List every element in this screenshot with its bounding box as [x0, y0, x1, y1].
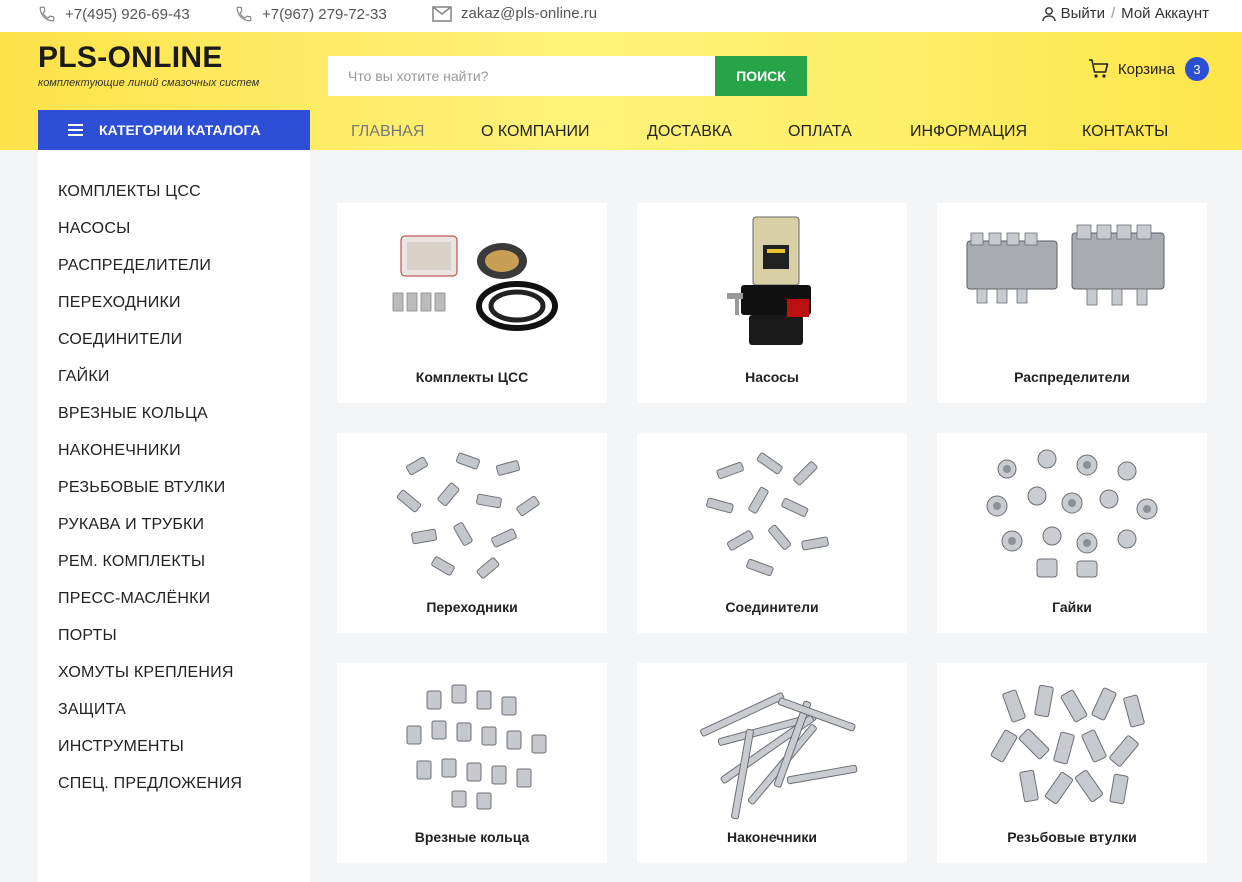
card-title: Наконечники — [727, 829, 817, 845]
phone-1[interactable]: +7(495) 926-69-43 — [38, 5, 190, 23]
sidebar-item-clamps[interactable]: ХОМУТЫ КРЕПЛЕНИЯ — [58, 664, 234, 682]
nav-delivery[interactable]: ДОСТАВКА — [647, 123, 732, 141]
category-card-distributors[interactable]: Распределители — [937, 203, 1207, 403]
phone-2-text: +7(967) 279-72-33 — [262, 5, 387, 23]
sidebar-item-bushings[interactable]: РЕЗЬБОВЫЕ ВТУЛКИ — [58, 479, 225, 497]
card-title: Соединители — [725, 599, 819, 615]
my-account-link[interactable]: Мой Аккаунт — [1121, 5, 1209, 22]
nuts-image — [986, 449, 1158, 578]
connectors-image — [706, 452, 829, 577]
category-card-kits[interactable]: Комплекты ЦСС — [337, 203, 607, 403]
sidebar-item-distributors[interactable]: РАСПРЕДЕЛИТЕЛИ — [58, 257, 211, 275]
site-logo[interactable]: PLS-ONLINE — [38, 41, 223, 75]
phone-2[interactable]: +7(967) 279-72-33 — [235, 5, 387, 23]
user-icon — [1041, 6, 1056, 21]
card-title: Переходники — [426, 599, 518, 615]
sidebar-item-grease-fittings[interactable]: ПРЕСС-МАСЛЁНКИ — [58, 590, 210, 608]
logout-link[interactable]: Выйти — [1061, 5, 1105, 22]
sidebar-item-tools[interactable]: ИНСТРУМЕНТЫ — [58, 738, 184, 756]
pump-image — [727, 216, 811, 345]
category-card-adapters[interactable]: Переходники — [337, 433, 607, 633]
sidebar-item-rings[interactable]: ВРЕЗНЫЕ КОЛЬЦА — [58, 405, 208, 423]
mail-icon — [432, 5, 452, 22]
nav-payment[interactable]: ОПЛАТА — [788, 123, 852, 141]
cart-label: Корзина — [1117, 60, 1175, 78]
rings-image — [406, 684, 547, 810]
category-card-bushings[interactable]: Резьбовые втулки — [937, 663, 1207, 863]
card-title: Резьбовые втулки — [1007, 829, 1137, 845]
nav-about[interactable]: О КОМПАНИИ — [481, 123, 590, 141]
cart-count-badge: 3 — [1185, 57, 1209, 81]
nav-info[interactable]: ИНФОРМАЦИЯ — [910, 123, 1027, 141]
card-title: Комплекты ЦСС — [415, 369, 529, 385]
nav-home[interactable]: ГЛАВНАЯ — [351, 123, 424, 141]
category-sidebar: КОМПЛЕКТЫ ЦСС НАСОСЫ РАСПРЕДЕЛИТЕЛИ ПЕРЕ… — [38, 150, 310, 882]
sidebar-item-adapters[interactable]: ПЕРЕХОДНИКИ — [58, 294, 181, 312]
sidebar-item-repair-kits[interactable]: РЕМ. КОМПЛЕКТЫ — [58, 553, 205, 571]
header: PLS-ONLINE комплектующие линий смазочных… — [0, 32, 1242, 150]
sidebar-item-special-offers[interactable]: СПЕЦ. ПРЕДЛОЖЕНИЯ — [58, 775, 242, 793]
sidebar-item-pumps[interactable]: НАСОСЫ — [58, 220, 130, 238]
catalog-button-label: КАТЕГОРИИ КАТАЛОГА — [99, 122, 261, 138]
card-title: Распределители — [1014, 369, 1130, 385]
cart-icon — [1088, 59, 1109, 78]
top-bar: +7(495) 926-69-43 +7(967) 279-72-33 zaka… — [0, 0, 1242, 32]
cart-link[interactable]: Корзина 3 — [1088, 57, 1209, 81]
email-link[interactable]: zakaz@pls-online.ru — [432, 5, 597, 22]
category-card-connectors[interactable]: Соединители — [637, 433, 907, 633]
account-separator: / — [1110, 5, 1116, 22]
phone-icon — [236, 6, 252, 22]
search-button[interactable]: ПОИСК — [715, 56, 807, 96]
sidebar-item-nuts[interactable]: ГАЙКИ — [58, 368, 110, 386]
sidebar-item-kits[interactable]: КОМПЛЕКТЫ ЦСС — [58, 183, 201, 201]
nav-contacts[interactable]: КОНТАКТЫ — [1082, 123, 1168, 141]
category-card-pumps[interactable]: Насосы — [637, 203, 907, 403]
bushings-image — [990, 684, 1145, 805]
adapters-image — [396, 452, 540, 579]
category-card-nuts[interactable]: Гайки — [937, 433, 1207, 633]
category-card-rings[interactable]: Врезные кольца — [337, 663, 607, 863]
email-text: zakaz@pls-online.ru — [461, 5, 598, 22]
category-card-tips[interactable]: Наконечники — [637, 663, 907, 863]
sidebar-item-connectors[interactable]: СОЕДИНИТЕЛИ — [58, 331, 182, 349]
account-links: Выйти / Мой Аккаунт — [1041, 5, 1209, 22]
search-input[interactable] — [328, 56, 716, 96]
sidebar-item-hoses[interactable]: РУКАВА И ТРУБКИ — [58, 516, 204, 534]
kit-image — [392, 235, 558, 331]
card-title: Насосы — [745, 369, 799, 385]
phone-icon — [39, 6, 55, 22]
tips-image — [700, 692, 858, 820]
menu-icon — [68, 121, 83, 139]
sidebar-item-protection[interactable]: ЗАЩИТА — [58, 701, 126, 719]
sidebar-item-tips[interactable]: НАКОНЕЧНИКИ — [58, 442, 181, 460]
card-title: Гайки — [1052, 599, 1092, 615]
site-slogan: комплектующие линий смазочных систем — [38, 77, 260, 89]
card-title: Врезные кольца — [414, 829, 530, 845]
sidebar-item-ports[interactable]: ПОРТЫ — [58, 627, 117, 645]
distributor-image — [966, 224, 1165, 306]
catalog-categories-button[interactable]: КАТЕГОРИИ КАТАЛОГА — [38, 110, 310, 150]
phone-1-text: +7(495) 926-69-43 — [65, 5, 190, 23]
